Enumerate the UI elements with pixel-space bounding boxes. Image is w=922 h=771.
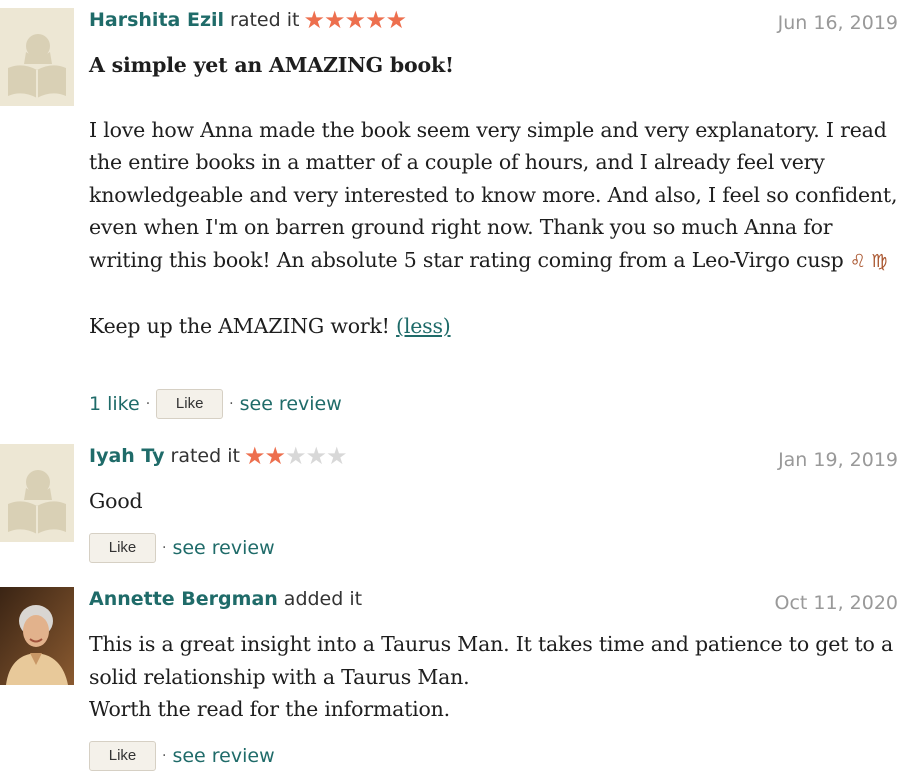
review-action-text: rated it	[230, 9, 300, 31]
separator-dot: ·	[162, 540, 167, 556]
review-action-text: rated it	[170, 445, 240, 467]
review-header: Iyah Ty rated it ★ ★ ★ ★ ★	[89, 442, 348, 470]
star-filled-icon: ★	[344, 6, 367, 34]
review-paragraph: I love how Anna made the book seem very …	[89, 117, 898, 272]
review-text-line: This is a great insight into a Taurus Ma…	[89, 632, 894, 689]
like-button[interactable]: Like	[89, 533, 156, 563]
default-reader-avatar-icon	[0, 8, 74, 106]
like-button[interactable]: Like	[89, 741, 156, 771]
review-text-line: Worth the read for the information.	[89, 697, 450, 721]
review-title: A simple yet an AMAZING book!	[89, 53, 454, 77]
separator-dot: ·	[229, 396, 234, 412]
review-body: Good	[89, 485, 904, 518]
zodiac-leo-virgo-icon: ♌ ♍	[849, 250, 888, 272]
review-footer: Like · see review	[89, 533, 275, 563]
review-date-link[interactable]: Oct 11, 2020	[775, 591, 899, 615]
reviewer-avatar[interactable]	[0, 444, 74, 542]
review-date-link[interactable]: Jun 16, 2019	[778, 11, 898, 35]
less-link[interactable]: (less)	[396, 314, 451, 338]
star-filled-icon: ★	[264, 442, 286, 470]
review-text: I love how Anna made the book seem very …	[89, 114, 904, 279]
star-empty-icon: ★	[326, 442, 348, 470]
review-action-text: added it	[283, 588, 363, 610]
review-date-link[interactable]: Jan 19, 2019	[778, 448, 898, 472]
see-review-link[interactable]: see review	[240, 393, 342, 415]
star-empty-icon: ★	[284, 442, 307, 470]
user-photo-icon	[0, 587, 74, 685]
review-footer: Like · see review	[89, 741, 275, 771]
reviewer-name-link[interactable]: Harshita Ezil	[89, 8, 224, 32]
like-button[interactable]: Like	[156, 389, 224, 419]
likes-count-link[interactable]: 1 like	[89, 393, 140, 415]
review-closing-line: Keep up the AMAZING work! (less)	[89, 310, 904, 343]
star-filled-icon: ★	[323, 6, 346, 34]
reviewer-photo-avatar[interactable]	[0, 587, 74, 685]
see-review-link[interactable]: see review	[172, 537, 274, 559]
reviewer-name-link[interactable]: Iyah Ty	[89, 444, 165, 468]
see-review-link[interactable]: see review	[172, 745, 274, 767]
review-header: Annette Bergman added it	[89, 587, 366, 611]
review-body: This is a great insight into a Taurus Ma…	[89, 628, 904, 726]
star-rating: ★ ★ ★ ★ ★	[243, 442, 348, 470]
star-filled-icon: ★	[243, 442, 266, 470]
default-reader-avatar-icon	[0, 444, 74, 542]
review-closing: Keep up the AMAZING work!	[89, 314, 390, 338]
review-body: A simple yet an AMAZING book! I love how…	[89, 49, 904, 343]
review-footer: 1 like · Like · see review	[89, 389, 342, 419]
star-filled-icon: ★	[365, 6, 387, 34]
star-empty-icon: ★	[305, 442, 328, 470]
star-filled-icon: ★	[303, 6, 325, 34]
reviewer-avatar[interactable]	[0, 8, 74, 106]
review-header: Harshita Ezil rated it ★ ★ ★ ★ ★	[89, 6, 408, 34]
separator-dot: ·	[162, 748, 167, 764]
reviewer-name-link[interactable]: Annette Bergman	[89, 587, 278, 611]
star-rating: ★ ★ ★ ★ ★	[303, 6, 408, 34]
star-filled-icon: ★	[385, 6, 408, 34]
review-text: Good	[89, 489, 143, 513]
separator-dot: ·	[145, 396, 151, 412]
